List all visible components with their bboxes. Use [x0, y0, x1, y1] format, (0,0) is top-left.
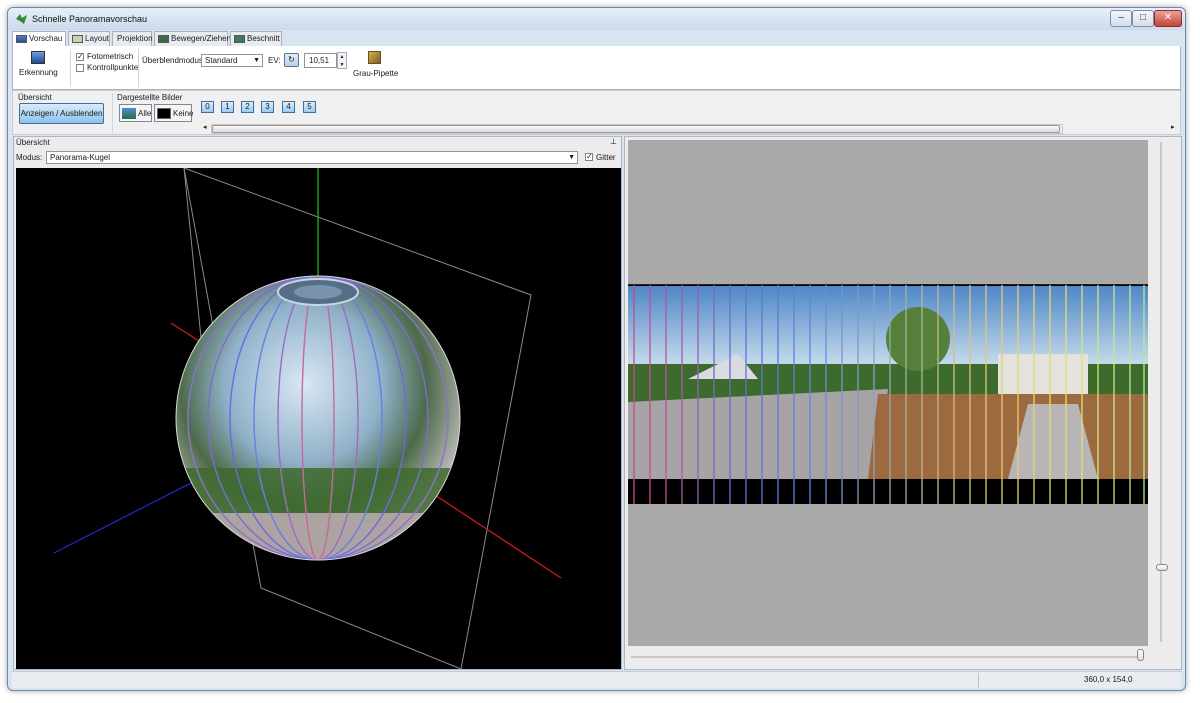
- overview-section-label: Übersicht: [18, 93, 52, 102]
- image-toggle-2[interactable]: 2: [241, 101, 254, 113]
- window-title: Schnelle Panoramavorschau: [32, 14, 148, 24]
- slider-track-horizontal[interactable]: [631, 656, 1143, 658]
- image-toggle-4[interactable]: 4: [282, 101, 295, 113]
- tab-bewegen-ziehen[interactable]: Bewegen/Ziehen: [154, 31, 231, 46]
- pin-icon[interactable]: ⊥: [610, 137, 617, 146]
- maximize-button[interactable]: □: [1132, 10, 1154, 27]
- overview-panel-title: Übersicht: [16, 138, 50, 147]
- fotometrisch-label: Fotometrisch: [87, 52, 134, 61]
- blend-mode-label: Überblendmodus:: [142, 56, 206, 65]
- slider-handle-horizontal[interactable]: [1137, 649, 1144, 661]
- title-bar: Schnelle Panoramavorschau – □ ✕: [8, 8, 1185, 30]
- sphere-view[interactable]: [16, 168, 621, 669]
- kontrollpunkte-checkbox[interactable]: [76, 64, 84, 72]
- mode-select[interactable]: Panorama-Kugel ▼: [46, 151, 578, 164]
- image-toggle-5[interactable]: 5: [303, 101, 316, 113]
- blend-mode-select[interactable]: Standard ▼: [201, 54, 263, 67]
- grid-label: Gitter: [596, 153, 616, 162]
- panorama-image[interactable]: [628, 284, 1148, 504]
- minimize-button[interactable]: –: [1110, 10, 1132, 27]
- scroll-right-icon[interactable]: ▸: [1171, 123, 1175, 131]
- images-scrollbar[interactable]: [211, 124, 1063, 134]
- fotometrisch-checkbox[interactable]: ✓: [76, 53, 84, 61]
- main-window: Schnelle Panoramavorschau – □ ✕ Vorschau…: [7, 7, 1186, 691]
- panorama-preview-panel: [624, 136, 1182, 670]
- layout-icon: [72, 35, 83, 43]
- preview-toolbar: Erkennung ✓ Fotometrisch Kontrollpunkte …: [12, 46, 1181, 90]
- divider: [112, 93, 113, 133]
- image-toggle-3[interactable]: 3: [261, 101, 274, 113]
- scroll-left-icon[interactable]: ◂: [203, 123, 207, 131]
- crop-icon: [234, 35, 245, 43]
- all-button[interactable]: Alle: [119, 104, 152, 122]
- divider: [978, 673, 979, 688]
- zoom-slider-vertical[interactable]: [1156, 142, 1168, 642]
- preview-icon: [16, 35, 27, 43]
- scrollbar-thumb[interactable]: [212, 125, 1060, 133]
- divider: [70, 49, 71, 87]
- none-button[interactable]: Keine: [154, 104, 193, 122]
- sphere-canvas[interactable]: [16, 168, 621, 669]
- mode-label: Modus:: [16, 153, 43, 162]
- erkennung-label: Erkennung: [19, 68, 58, 77]
- tab-projektion[interactable]: Projektion: [112, 31, 153, 46]
- pipette-icon[interactable]: [368, 51, 381, 64]
- no-images-icon: [157, 108, 171, 119]
- ev-reset-icon[interactable]: ↻: [284, 53, 299, 67]
- ev-input[interactable]: 10,51: [304, 53, 337, 68]
- detection-icon[interactable]: [31, 51, 45, 64]
- chevron-down-icon: ▼: [568, 154, 575, 161]
- status-bar: 360,0 x 154,0: [12, 671, 1181, 688]
- overview-bar: Übersicht Anzeigen / Ausblenden Dargeste…: [12, 90, 1181, 135]
- kontrollpunkte-label: Kontrollpunkte: [87, 63, 139, 72]
- preview-area[interactable]: [628, 140, 1148, 646]
- chevron-down-icon: ▼: [253, 57, 260, 64]
- slider-handle[interactable]: [1156, 564, 1168, 571]
- divider: [138, 49, 139, 87]
- tab-beschnitt[interactable]: Beschnitt: [230, 31, 282, 46]
- overview-panel: Übersicht ⊥ Modus: Panorama-Kugel ▼ ✓ Git…: [13, 136, 622, 670]
- tab-layout[interactable]: Layout: [68, 31, 110, 46]
- image-toggle-1[interactable]: 1: [221, 101, 234, 113]
- image-toggle-0[interactable]: 0: [201, 101, 214, 113]
- move-icon: [158, 35, 169, 43]
- canvas-size-readout: 360,0 x 154,0: [1084, 675, 1133, 684]
- tab-vorschau[interactable]: Vorschau: [12, 31, 66, 47]
- close-button[interactable]: ✕: [1154, 10, 1182, 27]
- shown-images-label: Dargestellte Bilder: [117, 93, 183, 102]
- app-icon: [16, 14, 27, 24]
- grau-pipette-label: Grau-Pipette: [353, 69, 399, 78]
- show-hide-button[interactable]: Anzeigen / Ausblenden: [19, 103, 104, 124]
- grid-checkbox[interactable]: ✓: [585, 153, 593, 161]
- ev-stepper[interactable]: ▲ ▼: [337, 52, 347, 69]
- ev-label: EV:: [268, 56, 281, 65]
- all-images-icon: [122, 108, 136, 119]
